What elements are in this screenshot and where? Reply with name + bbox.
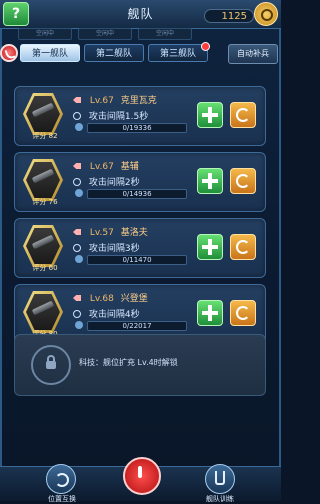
ship-level-row: Lv.57 基洛夫 [73, 225, 148, 238]
bottom-bar: 位置互换 舰队训练 [0, 452, 281, 503]
ship-card[interactable]: 评分 60 Lv.57 基洛夫 攻击间隔3秒 0/11470 [14, 218, 266, 278]
ship-name: 基洛夫 [120, 228, 148, 238]
clock-icon [73, 112, 81, 120]
ship-score: 评分 76 [32, 198, 58, 206]
tab-fleet-3-label: 第三舰队 [159, 49, 196, 59]
swap-ship-button[interactable] [230, 168, 256, 194]
exp-progress-bar: 0/22017 [87, 321, 187, 331]
exp-progress-bar: 0/14936 [87, 189, 187, 199]
ship-level-row: Lv.67 克里瓦克 [73, 93, 157, 106]
exp-icon [75, 189, 83, 197]
ship-name: 兴登堡 [120, 294, 148, 304]
add-crew-button[interactable] [197, 102, 223, 128]
settings-gear-icon[interactable] [254, 2, 278, 26]
rank-arrow-icon [73, 229, 81, 235]
attack-interval-row: 攻击间隔3秒 [73, 241, 140, 254]
tab-fleet-3[interactable]: 第三舰队 [148, 42, 210, 62]
ship-card[interactable]: 评分 82 Lv.67 克里瓦克 攻击间隔1.5秒 0/19336 [14, 86, 266, 146]
swap-ship-button[interactable] [230, 300, 256, 326]
tab-fleet-2[interactable]: 第二舰队 [84, 44, 144, 62]
tab-fleet-1[interactable]: 第一舰队 [20, 44, 80, 62]
exp-progress-text: 0/11470 [122, 256, 152, 264]
add-crew-button[interactable] [197, 234, 223, 260]
attack-interval: 攻击间隔3秒 [88, 244, 140, 254]
ship-level: Lv.68 [89, 294, 114, 304]
ship-name: 基辅 [120, 162, 139, 172]
ship-portrait: 评分 82 [23, 93, 63, 140]
lock-icon [31, 345, 71, 385]
attack-interval-row: 攻击间隔2秒 [73, 175, 140, 188]
ship-score: 评分 60 [32, 264, 58, 272]
swap-ship-button[interactable] [230, 102, 256, 128]
attack-interval: 攻击间隔2秒 [88, 178, 140, 188]
ship-list: 评分 82 Lv.67 克里瓦克 攻击间隔1.5秒 0/19336 评分 76 … [14, 70, 266, 430]
top-bar: ? 舰队 1125 [0, 0, 281, 29]
attack-interval-row: 攻击间隔4秒 [73, 307, 140, 320]
swap-positions-label: 位置互换 [48, 495, 76, 503]
ship-card[interactable]: 评分 76 Lv.67 基辅 攻击间隔2秒 0/14936 [14, 152, 266, 212]
ship-level: Lv.67 [89, 96, 114, 106]
ship-portrait: 评分 76 [23, 159, 63, 206]
exp-icon [75, 123, 83, 131]
swap-positions-icon[interactable] [46, 464, 76, 494]
attack-interval-row: 攻击间隔1.5秒 [73, 109, 148, 122]
coin-counter: 1125 [204, 9, 254, 23]
exp-progress-text: 0/19336 [122, 124, 152, 132]
clock-icon [73, 244, 81, 252]
ship-name: 克里瓦克 [120, 96, 157, 106]
fleet3-status: 空闲中 [138, 28, 192, 40]
ship-portrait: 评分 60 [23, 225, 63, 272]
add-crew-button[interactable] [197, 168, 223, 194]
rank-arrow-icon [73, 295, 81, 301]
notification-dot-icon [201, 42, 210, 51]
locked-slot[interactable]: 科技：舰位扩充 Lv.4时解锁 [14, 334, 266, 396]
exp-progress-text: 0/22017 [122, 322, 152, 330]
ship-score: 评分 82 [32, 132, 58, 140]
fleet-status-row: 空闲中 空闲中 空闲中 [18, 28, 218, 40]
rank-arrow-icon [73, 163, 81, 169]
exp-progress-text: 0/14936 [122, 190, 152, 198]
clock-icon [73, 310, 81, 318]
exp-icon [75, 255, 83, 263]
rank-arrow-icon [73, 97, 81, 103]
fleet1-status: 空闲中 [18, 28, 72, 40]
ship-level-row: Lv.68 兴登堡 [73, 291, 148, 304]
clock-icon [73, 178, 81, 186]
ship-level: Lv.57 [89, 228, 114, 238]
exp-progress-bar: 0/11470 [87, 255, 187, 265]
fleet2-status: 空闲中 [78, 28, 132, 40]
ship-level-row: Lv.67 基辅 [73, 159, 139, 172]
fleet-tabs: 第一舰队 第二舰队 第三舰队 自动补兵 [14, 42, 278, 64]
add-crew-button[interactable] [197, 300, 223, 326]
attack-interval: 攻击间隔1.5秒 [88, 112, 149, 122]
fleet-training-icon[interactable] [205, 464, 235, 494]
swap-ship-button[interactable] [230, 234, 256, 260]
attack-interval: 攻击间隔4秒 [88, 310, 140, 320]
power-icon[interactable] [123, 457, 161, 495]
ship-level: Lv.67 [89, 162, 114, 172]
exp-progress-bar: 0/19336 [87, 123, 187, 133]
auto-fill-button[interactable]: 自动补兵 [228, 44, 278, 64]
locked-slot-text: 科技：舰位扩充 Lv.4时解锁 [79, 358, 178, 367]
ship-portrait: 评分 80 [23, 291, 63, 338]
fleet-training-label: 舰队训练 [206, 495, 234, 503]
lock-body [46, 361, 56, 369]
exp-icon [75, 321, 83, 329]
